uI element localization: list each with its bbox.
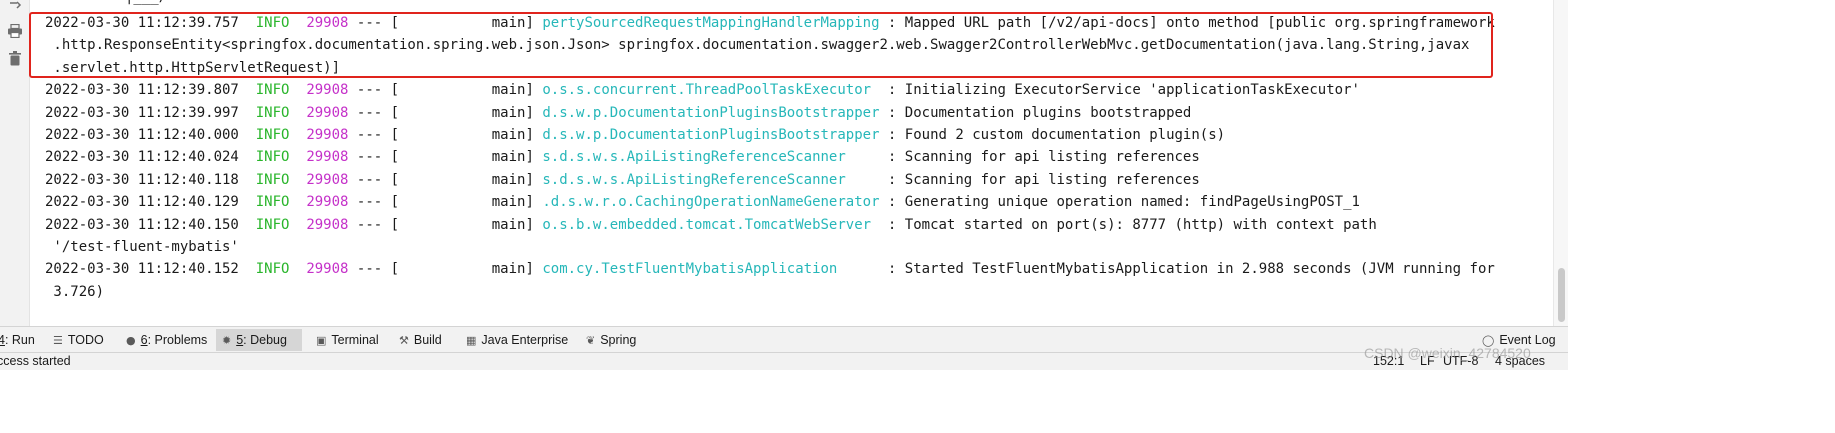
tab-run[interactable]: 4: Run [0,329,41,351]
log-pid: 29908 [306,149,349,165]
log-continuation: 3.726) [45,284,105,300]
tab-todo[interactable]: ☰ TODO [47,329,110,351]
log-logger[interactable]: d.s.w.p.DocumentationPluginsBootstrapper [542,105,879,121]
watermark: CSDN @weixin_42784520 [1364,345,1531,361]
console-gutter [0,0,30,326]
problems-icon: ● [126,333,136,347]
log-message: : Initializing ExecutorService 'applicat… [879,82,1360,98]
highlight-annotation [29,12,1493,78]
tab-spring[interactable]: ❦ Spring [580,329,642,351]
java-enterprise-icon: ▦ [466,333,477,347]
log-line: 2022-03-30 11:12:40.024 INFO 29908 --- [… [45,146,1200,168]
log-level: INFO [255,82,290,98]
log-message: : Documentation plugins bootstrapped [879,105,1192,121]
log-pid: 29908 [306,82,349,98]
log-message: : Scanning for api listing references [879,149,1200,165]
print-icon[interactable] [6,22,24,40]
log-thread: --- [ main] [348,82,543,98]
scrollbar-thumb[interactable] [1558,268,1565,322]
tab-build-label: Build [413,333,442,347]
banner-fragment: |___/ [125,0,167,8]
log-thread: --- [ main] [348,127,543,143]
log-logger[interactable]: s.d.s.w.s.ApiListingReferenceScanner [542,149,879,165]
status-message: ccess started [0,354,71,368]
tab-debug-label: 5: Debug [236,333,287,347]
log-thread: --- [ main] [348,261,543,277]
terminal-icon: ▣ [316,333,327,347]
log-level: INFO [255,194,290,210]
log-line: 2022-03-30 11:12:40.118 INFO 29908 --- [… [45,169,1200,191]
log-line: 2022-03-30 11:12:40.129 INFO 29908 --- [… [45,191,1360,213]
log-level: INFO [255,105,290,121]
log-line: '/test-fluent-mybatis' [45,236,239,258]
log-pid: 29908 [306,172,349,188]
log-message: : Generating unique operation named: fin… [879,194,1360,210]
log-line: 3.726) [45,281,104,303]
log-line: 2022-03-30 11:12:40.152 INFO 29908 --- [… [45,258,1495,280]
tab-todo-label: TODO [67,333,104,347]
tab-terminal[interactable]: ▣ Terminal [310,329,385,351]
log-timestamp: 2022-03-30 11:12:39.997 [45,105,239,121]
log-thread: --- [ main] [348,217,543,233]
log-level: INFO [255,261,290,277]
log-level: INFO [255,127,290,143]
status-bar: ccess started 152:1 LF UTF-8 4 spaces [0,353,1568,370]
scroll-to-end-icon[interactable] [6,0,24,12]
log-level: INFO [255,149,290,165]
log-line: 2022-03-30 11:12:39.997 INFO 29908 --- [… [45,102,1191,124]
log-message: : Started TestFluentMybatisApplication i… [879,261,1495,277]
log-logger[interactable]: o.s.s.concurrent.ThreadPoolTaskExecutor [542,82,879,98]
spring-leaf-icon: ❦ [586,333,596,347]
log-pid: 29908 [306,217,349,233]
log-pid: 29908 [306,194,349,210]
tab-java-enterprise[interactable]: ▦ Java Enterprise [460,329,574,351]
tab-problems-label: 6: Problems [140,333,208,347]
log-timestamp: 2022-03-30 11:12:40.024 [45,149,239,165]
log-timestamp: 2022-03-30 11:12:40.152 [45,261,239,277]
log-timestamp: 2022-03-30 11:12:40.000 [45,127,239,143]
tab-terminal-label: Terminal [331,333,379,347]
tab-problems[interactable]: ● 6: Problems [120,329,213,351]
log-thread: --- [ main] [348,172,543,188]
log-line: 2022-03-30 11:12:40.150 INFO 29908 --- [… [45,214,1377,236]
log-line: 2022-03-30 11:12:39.807 INFO 29908 --- [… [45,79,1360,101]
tool-window-bar: 4: Run ☰ TODO ● 6: Problems ✹ 5: Debug ▣… [0,326,1568,353]
trash-icon[interactable] [6,49,24,67]
log-thread: --- [ main] [348,105,543,121]
log-timestamp: 2022-03-30 11:12:40.150 [45,217,239,233]
log-logger[interactable]: s.d.s.w.s.ApiListingReferenceScanner [542,172,879,188]
tab-java-enterprise-label: Java Enterprise [481,333,569,347]
tab-run-label: 4: Run [0,333,35,347]
list-icon: ☰ [53,333,63,347]
log-level: INFO [255,217,290,233]
log-pid: 29908 [306,261,349,277]
log-logger[interactable]: .d.s.w.r.o.CachingOperationNameGenerator [542,194,879,210]
bug-icon: ✹ [222,333,232,347]
tab-debug[interactable]: ✹ 5: Debug [216,329,302,351]
log-thread: --- [ main] [348,194,543,210]
log-pid: 29908 [306,127,349,143]
log-message: : Tomcat started on port(s): 8777 (http)… [879,217,1377,233]
tab-build[interactable]: ⚒ Build [393,329,448,351]
log-pid: 29908 [306,105,349,121]
log-logger[interactable]: o.s.b.w.embedded.tomcat.TomcatWebServer [542,217,879,233]
log-timestamp: 2022-03-30 11:12:40.129 [45,194,239,210]
log-line: 2022-03-30 11:12:40.000 INFO 29908 --- [… [45,124,1225,146]
log-thread: --- [ main] [348,149,543,165]
log-continuation: '/test-fluent-mybatis' [45,239,239,255]
log-logger[interactable]: d.s.w.p.DocumentationPluginsBootstrapper [542,127,879,143]
log-timestamp: 2022-03-30 11:12:40.118 [45,172,239,188]
log-level: INFO [255,172,290,188]
log-message: : Found 2 custom documentation plugin(s) [879,127,1226,143]
log-message: : Scanning for api listing references [879,172,1200,188]
tab-spring-label: Spring [600,333,637,347]
hammer-icon: ⚒ [399,333,409,347]
log-timestamp: 2022-03-30 11:12:39.807 [45,82,239,98]
log-logger[interactable]: com.cy.TestFluentMybatisApplication [542,261,879,277]
vertical-scrollbar[interactable] [1553,0,1568,326]
